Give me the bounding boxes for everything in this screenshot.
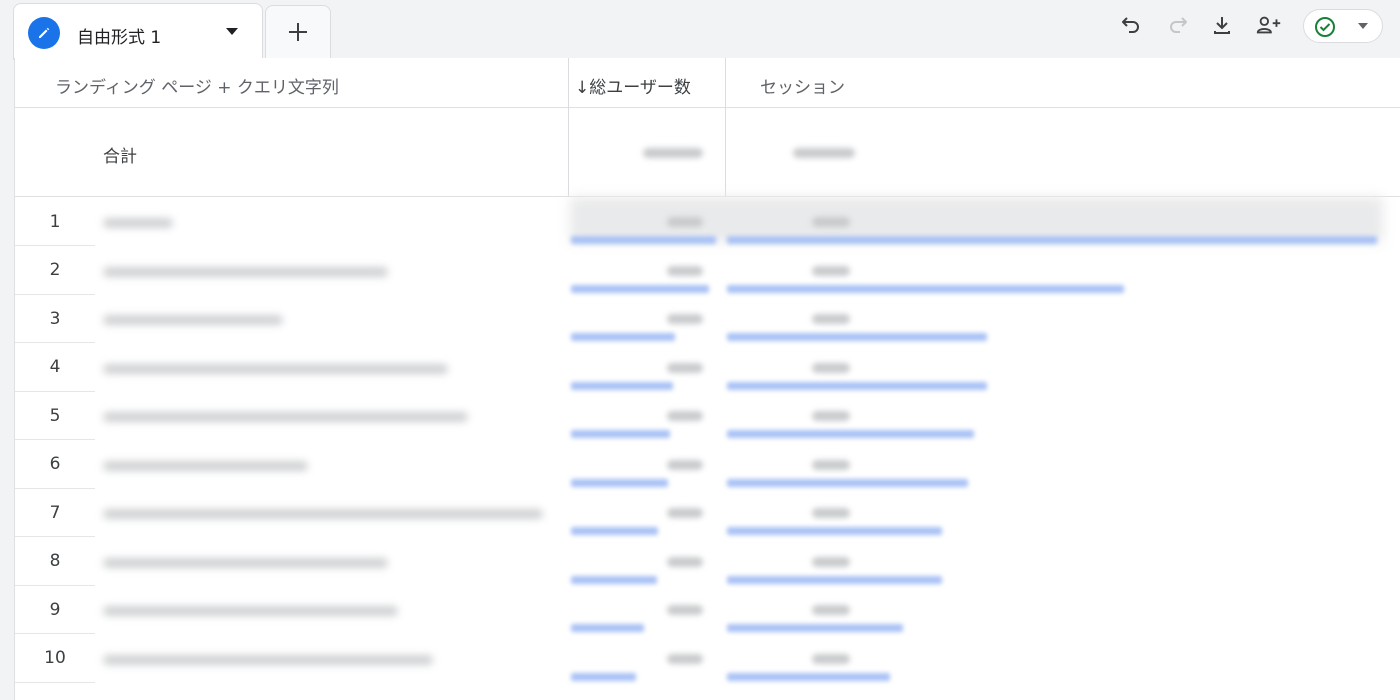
row-rank: 2 <box>15 247 95 295</box>
users-value <box>667 605 703 615</box>
landing-page-link[interactable] <box>103 363 448 374</box>
landing-page-link[interactable] <box>103 654 433 665</box>
chevron-down-icon[interactable] <box>226 28 238 35</box>
users-bar <box>571 333 675 341</box>
row-rank: 1 <box>15 198 95 246</box>
total-users-value <box>643 148 703 158</box>
report-table: ランディング ページ + クエリ文字列 ↓総ユーザー数 セッション 合計 123… <box>14 58 1400 700</box>
users-value <box>667 411 703 421</box>
sessions-value <box>812 459 850 470</box>
sessions-bar <box>727 333 987 341</box>
sessions-value <box>812 508 850 518</box>
check-circle-icon <box>1315 17 1335 37</box>
sessions-bar <box>727 624 903 632</box>
landing-page-link[interactable] <box>103 218 173 228</box>
undo-icon[interactable] <box>1117 11 1145 39</box>
landing-page-link[interactable] <box>103 266 388 277</box>
row-rank: 5 <box>15 392 95 440</box>
row-rank: 6 <box>15 441 95 489</box>
totals-label: 合計 <box>103 147 137 167</box>
row-rank: 3 <box>15 295 95 343</box>
landing-page-link[interactable] <box>103 557 388 568</box>
sessions-bar <box>727 284 1124 293</box>
users-bar <box>571 381 673 390</box>
table-row[interactable]: 6 <box>15 441 1400 489</box>
column-header-total-users[interactable]: ↓総ユーザー数 <box>575 73 691 98</box>
users-bar <box>571 527 658 535</box>
table-row[interactable]: 10 <box>15 635 1400 683</box>
chevron-down-icon <box>1358 23 1368 29</box>
table-header: ランディング ページ + クエリ文字列 ↓総ユーザー数 セッション <box>15 58 1400 108</box>
column-header-sessions[interactable]: セッション <box>760 73 845 98</box>
totals-row: 合計 <box>15 107 1400 197</box>
tab-title: 自由形式 1 <box>77 28 162 48</box>
status-dropdown[interactable] <box>1303 9 1383 43</box>
sessions-value <box>812 362 850 373</box>
users-value <box>667 556 703 567</box>
users-bar <box>571 575 657 584</box>
users-value <box>667 362 703 373</box>
users-value <box>667 459 703 470</box>
sessions-bar <box>727 236 1377 244</box>
users-value <box>667 217 703 227</box>
row-rank: 8 <box>15 538 95 586</box>
pencil-icon[interactable] <box>28 17 60 49</box>
table-row[interactable]: 2 <box>15 247 1400 295</box>
row-rank: 10 <box>15 635 95 683</box>
landing-page-link[interactable] <box>103 315 283 325</box>
tab-free-form-1[interactable]: 自由形式 1 <box>13 3 263 60</box>
sessions-bar <box>727 478 968 487</box>
sessions-bar <box>727 527 942 535</box>
redo-icon[interactable] <box>1164 11 1192 39</box>
sessions-bar <box>727 672 890 681</box>
users-value <box>667 314 703 324</box>
sessions-value <box>812 605 850 615</box>
row-rank: 4 <box>15 344 95 392</box>
users-value <box>667 508 703 518</box>
total-sessions-value <box>793 148 855 158</box>
sessions-value <box>812 411 850 421</box>
sessions-value <box>812 556 850 567</box>
sessions-bar <box>727 575 942 584</box>
table-row[interactable]: 5 <box>15 392 1400 440</box>
users-bar <box>571 624 644 632</box>
users-value <box>667 265 703 276</box>
plus-icon <box>289 23 307 41</box>
add-tab-button[interactable] <box>265 5 331 58</box>
row-rank: 9 <box>15 586 95 634</box>
sessions-bar <box>727 381 987 390</box>
table-row[interactable]: 7 <box>15 489 1400 537</box>
download-icon[interactable] <box>1208 11 1236 39</box>
landing-page-link[interactable] <box>103 606 398 616</box>
table-row[interactable]: 9 <box>15 586 1400 634</box>
landing-page-link[interactable] <box>103 509 543 519</box>
users-bar <box>571 284 709 293</box>
column-header-dimension[interactable]: ランディング ページ + クエリ文字列 <box>55 73 339 98</box>
sessions-value <box>812 314 850 324</box>
report-toolbar: 自由形式 1 <box>0 0 1400 60</box>
sessions-bar <box>727 430 974 438</box>
sessions-value <box>812 217 850 227</box>
table-row[interactable]: 8 <box>15 538 1400 586</box>
sessions-value <box>812 653 850 664</box>
share-user-icon[interactable] <box>1255 11 1283 39</box>
table-row[interactable]: 4 <box>15 344 1400 392</box>
landing-page-link[interactable] <box>103 412 468 422</box>
users-bar <box>571 672 636 681</box>
table-row[interactable]: 3 <box>15 295 1400 343</box>
table-row[interactable]: 1 <box>15 198 1400 246</box>
users-bar <box>571 478 668 487</box>
users-bar <box>571 430 670 438</box>
users-bar <box>571 236 716 244</box>
users-value <box>667 653 703 664</box>
sessions-value <box>812 265 850 276</box>
landing-page-link[interactable] <box>103 460 308 471</box>
row-rank: 7 <box>15 489 95 537</box>
